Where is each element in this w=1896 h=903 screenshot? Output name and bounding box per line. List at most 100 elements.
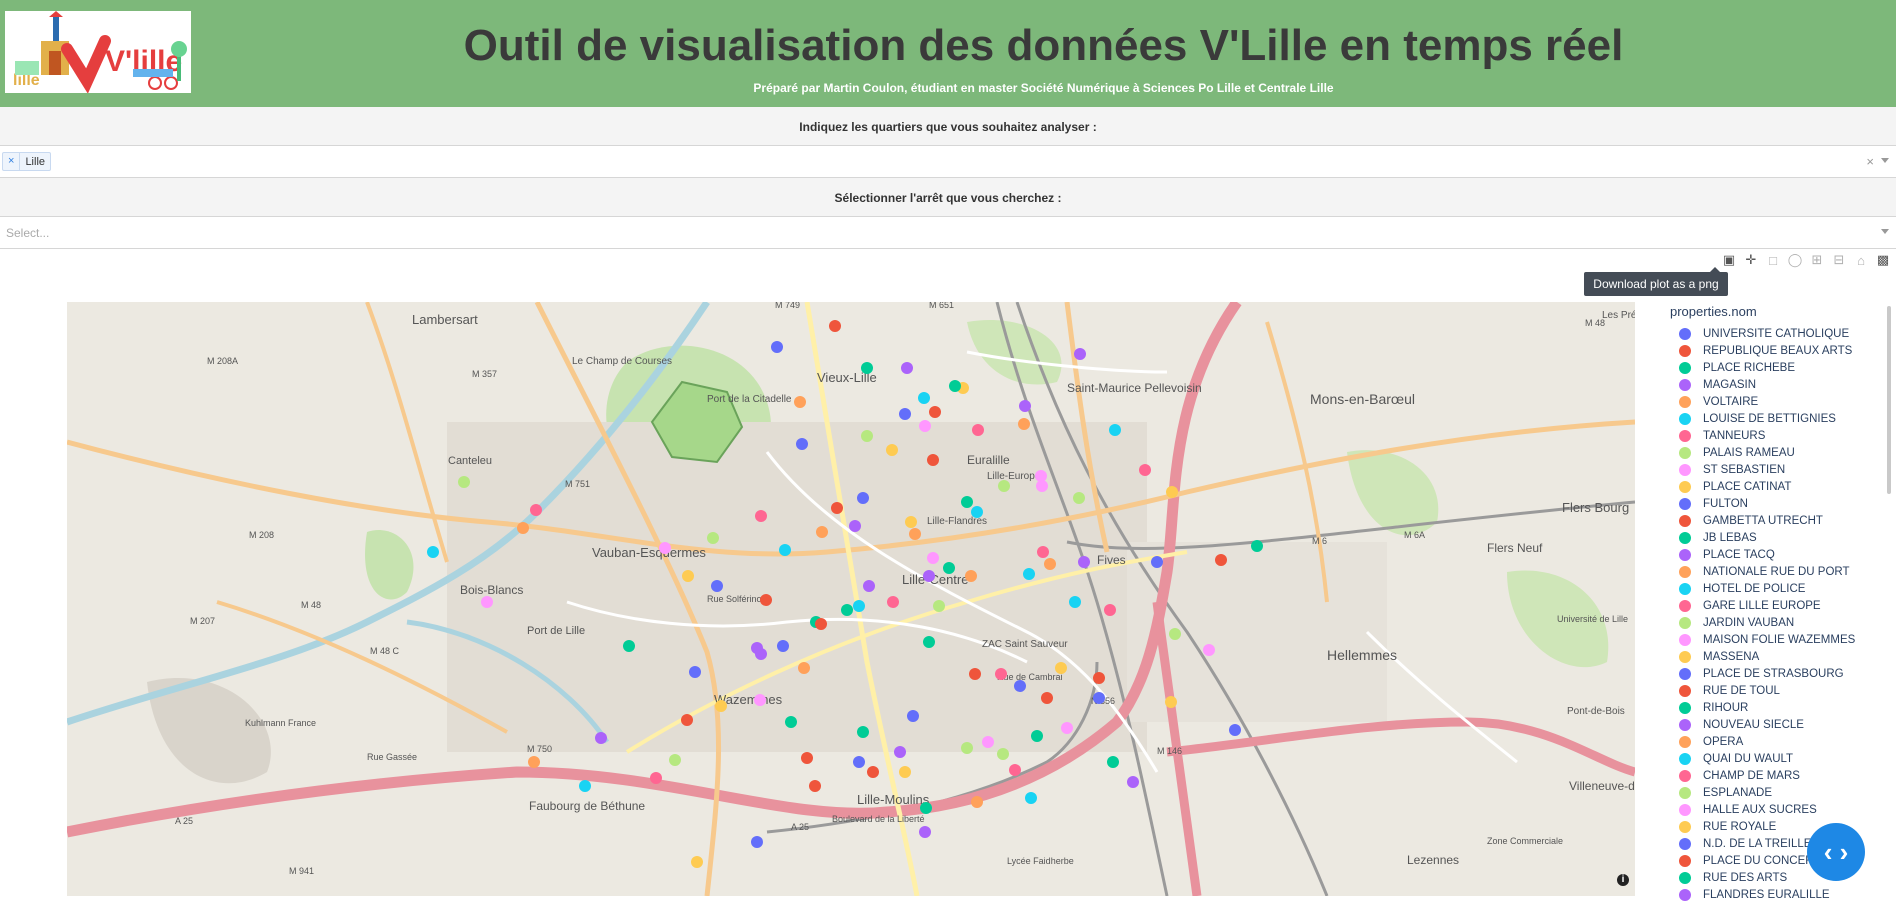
station-marker[interactable] bbox=[933, 600, 945, 612]
station-marker[interactable] bbox=[961, 496, 973, 508]
station-marker[interactable] bbox=[777, 640, 789, 652]
remove-chip-button[interactable]: × bbox=[3, 153, 21, 170]
station-marker[interactable] bbox=[1169, 628, 1181, 640]
station-marker[interactable] bbox=[899, 766, 911, 778]
legend-item[interactable]: ST SEBASTIEN bbox=[1679, 461, 1785, 478]
station-marker[interactable] bbox=[801, 752, 813, 764]
lasso-icon[interactable]: ◯ bbox=[1786, 251, 1804, 269]
station-marker[interactable] bbox=[785, 716, 797, 728]
station-marker[interactable] bbox=[528, 756, 540, 768]
station-marker[interactable] bbox=[659, 542, 671, 554]
box-select-icon[interactable]: □ bbox=[1764, 251, 1782, 269]
station-marker[interactable] bbox=[943, 562, 955, 574]
district-dropdown[interactable]: × Lille × bbox=[0, 145, 1896, 178]
station-marker[interactable] bbox=[427, 546, 439, 558]
station-marker[interactable] bbox=[961, 742, 973, 754]
station-marker[interactable] bbox=[579, 780, 591, 792]
station-marker[interactable] bbox=[1037, 546, 1049, 558]
station-map[interactable]: Lambersart Canteleu Le Champ de Courses … bbox=[67, 302, 1635, 896]
station-marker[interactable] bbox=[1139, 464, 1151, 476]
camera-icon[interactable]: ▣ bbox=[1720, 251, 1738, 269]
station-marker[interactable] bbox=[1023, 568, 1035, 580]
legend-item[interactable]: MASSENA bbox=[1679, 648, 1759, 665]
legend-item[interactable]: FLANDRES EURALILLE bbox=[1679, 886, 1830, 903]
station-marker[interactable] bbox=[623, 640, 635, 652]
station-marker[interactable] bbox=[965, 570, 977, 582]
station-marker[interactable] bbox=[530, 504, 542, 516]
station-marker[interactable] bbox=[1093, 692, 1105, 704]
station-marker[interactable] bbox=[1014, 680, 1026, 692]
station-marker[interactable] bbox=[1073, 492, 1085, 504]
station-marker[interactable] bbox=[715, 700, 727, 712]
station-marker[interactable] bbox=[816, 526, 828, 538]
station-marker[interactable] bbox=[458, 476, 470, 488]
legend-item[interactable]: RUE DES ARTS bbox=[1679, 869, 1787, 886]
station-marker[interactable] bbox=[691, 856, 703, 868]
station-marker[interactable] bbox=[927, 552, 939, 564]
station-marker[interactable] bbox=[1165, 696, 1177, 708]
station-marker[interactable] bbox=[831, 502, 843, 514]
pan-icon[interactable]: ✛ bbox=[1742, 251, 1760, 269]
legend-item[interactable]: OPERA bbox=[1679, 733, 1743, 750]
legend-item[interactable]: HALLE AUX SUCRES bbox=[1679, 801, 1817, 818]
station-marker[interactable] bbox=[857, 726, 869, 738]
legend-item[interactable]: LOUISE DE BETTIGNIES bbox=[1679, 410, 1836, 427]
legend-item[interactable]: CHAMP DE MARS bbox=[1679, 767, 1800, 784]
station-marker[interactable] bbox=[918, 392, 930, 404]
station-marker[interactable] bbox=[779, 544, 791, 556]
station-marker[interactable] bbox=[1041, 692, 1053, 704]
legend-item[interactable]: NATIONALE RUE DU PORT bbox=[1679, 563, 1850, 580]
station-marker[interactable] bbox=[923, 636, 935, 648]
station-marker[interactable] bbox=[849, 520, 861, 532]
station-marker[interactable] bbox=[711, 580, 723, 592]
station-marker[interactable] bbox=[1019, 400, 1031, 412]
station-marker[interactable] bbox=[809, 780, 821, 792]
station-marker[interactable] bbox=[1018, 418, 1030, 430]
station-marker[interactable] bbox=[1061, 722, 1073, 734]
station-marker[interactable] bbox=[995, 668, 1007, 680]
legend-item[interactable]: VOLTAIRE bbox=[1679, 393, 1758, 410]
legend-item[interactable]: QUAI DU WAULT bbox=[1679, 750, 1793, 767]
legend-item[interactable]: PLACE CATINAT bbox=[1679, 478, 1791, 495]
station-marker[interactable] bbox=[901, 362, 913, 374]
station-marker[interactable] bbox=[1031, 730, 1043, 742]
station-marker[interactable] bbox=[798, 662, 810, 674]
legend-item[interactable]: JB LEBAS bbox=[1679, 529, 1757, 546]
station-marker[interactable] bbox=[1203, 644, 1215, 656]
station-marker[interactable] bbox=[669, 754, 681, 766]
legend-item[interactable]: PALAIS RAMEAU bbox=[1679, 444, 1795, 461]
station-marker[interactable] bbox=[905, 516, 917, 528]
legend-item[interactable]: N.D. DE LA TREILLE bbox=[1679, 835, 1811, 852]
station-marker[interactable] bbox=[1215, 554, 1227, 566]
station-marker[interactable] bbox=[517, 522, 529, 534]
legend-item[interactable]: HOTEL DE POLICE bbox=[1679, 580, 1805, 597]
station-marker[interactable] bbox=[815, 618, 827, 630]
station-marker[interactable] bbox=[707, 532, 719, 544]
legend-item[interactable]: RUE ROYALE bbox=[1679, 818, 1776, 835]
station-marker[interactable] bbox=[1251, 540, 1263, 552]
station-marker[interactable] bbox=[857, 492, 869, 504]
station-marker[interactable] bbox=[682, 570, 694, 582]
home-icon[interactable]: ⌂ bbox=[1852, 251, 1870, 269]
station-marker[interactable] bbox=[909, 528, 921, 540]
station-marker[interactable] bbox=[969, 668, 981, 680]
legend-item[interactable]: GARE LILLE EUROPE bbox=[1679, 597, 1821, 614]
legend-item[interactable]: RIHOUR bbox=[1679, 699, 1748, 716]
station-marker[interactable] bbox=[1009, 764, 1021, 776]
station-marker[interactable] bbox=[907, 710, 919, 722]
station-marker[interactable] bbox=[894, 746, 906, 758]
station-marker[interactable] bbox=[982, 736, 994, 748]
station-marker[interactable] bbox=[927, 454, 939, 466]
legend-item[interactable]: RUE DE TOUL bbox=[1679, 682, 1780, 699]
plotly-logo-icon[interactable]: ▩ bbox=[1874, 251, 1892, 269]
legend-item[interactable]: PLACE TACQ bbox=[1679, 546, 1775, 563]
map-attribution-icon[interactable]: i bbox=[1617, 874, 1629, 886]
station-marker[interactable] bbox=[650, 772, 662, 784]
legend-item[interactable]: TANNEURS bbox=[1679, 427, 1765, 444]
station-marker[interactable] bbox=[887, 596, 899, 608]
station-marker[interactable] bbox=[1078, 556, 1090, 568]
zoom-out-icon[interactable]: ⊟ bbox=[1830, 251, 1848, 269]
station-marker[interactable] bbox=[754, 694, 766, 706]
station-marker[interactable] bbox=[886, 444, 898, 456]
station-marker[interactable] bbox=[794, 396, 806, 408]
